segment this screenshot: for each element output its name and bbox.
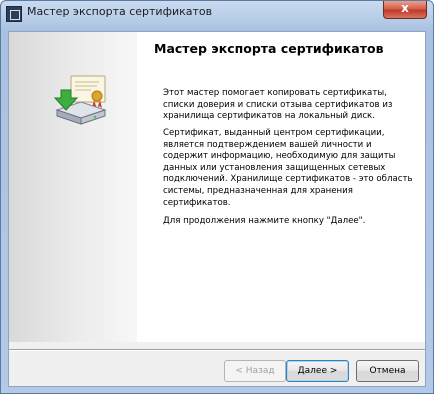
wizard-content-panel: Мастер экспорта сертификатов Этот мастер…	[137, 32, 425, 342]
wizard-window: Мастер экспорта сертификатов x Мастер эк…	[0, 0, 434, 394]
certificate-app-icon	[6, 6, 22, 22]
cancel-button-label: Отмена	[369, 366, 406, 376]
intro-text: Этот мастер помогает копировать сертифик…	[163, 88, 393, 122]
title-bar[interactable]: Мастер экспорта сертификатов x	[1, 1, 433, 27]
continue-hint-text: Для продолжения нажмите кнопку "Далее".	[163, 216, 366, 226]
wizard-side-panel	[9, 32, 137, 342]
certificate-export-icon	[53, 75, 107, 125]
page-title: Мастер экспорта сертификатов	[154, 41, 384, 56]
next-button[interactable]: Далее >	[286, 360, 349, 382]
close-button[interactable]: x	[383, 1, 427, 19]
window-title: Мастер экспорта сертификатов	[27, 5, 213, 18]
back-button[interactable]: < Назад	[224, 360, 286, 382]
description-text: Сертификат, выданный центром сертификаци…	[163, 128, 413, 208]
wizard-client-area: Мастер экспорта сертификатов Этот мастер…	[8, 31, 426, 387]
back-button-label: < Назад	[235, 366, 275, 376]
close-icon: x	[401, 1, 409, 15]
button-separator	[9, 349, 425, 351]
cancel-button[interactable]: Отмена	[356, 360, 419, 382]
next-button-label: Далее >	[297, 366, 338, 376]
